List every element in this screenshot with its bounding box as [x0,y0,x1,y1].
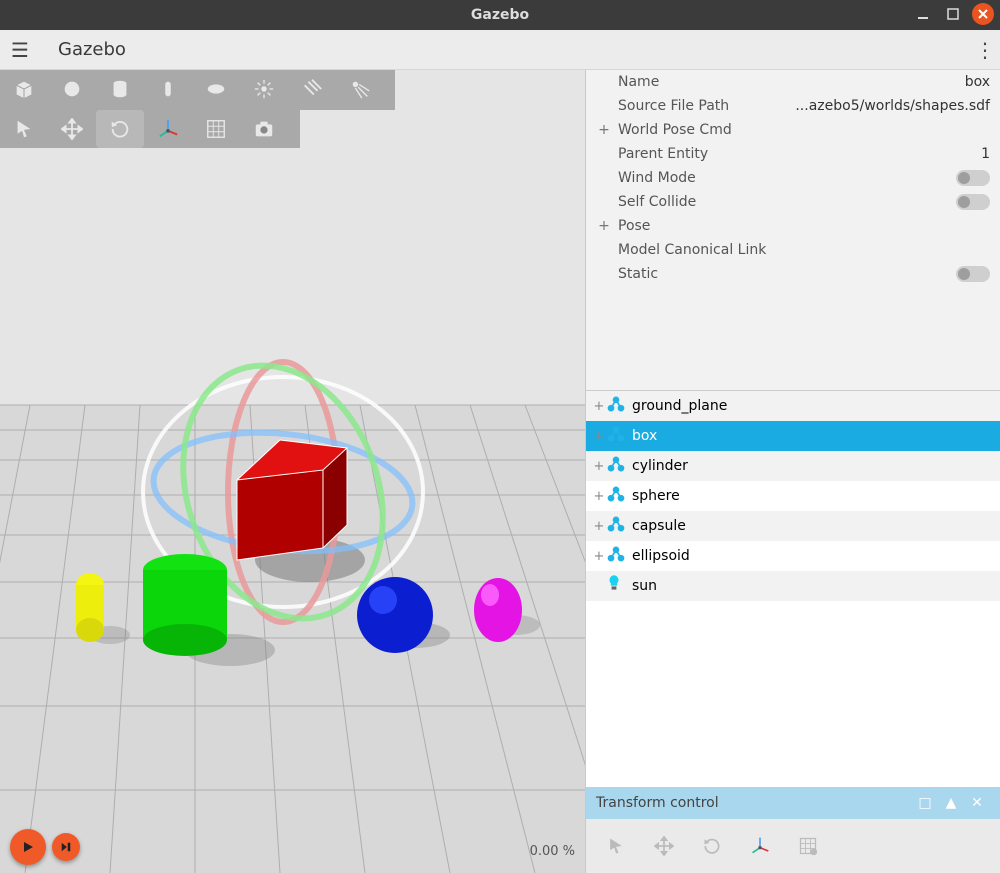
transform-control-title: Transform control [596,795,912,811]
model-icon [606,425,628,447]
prop-parent-entity: Parent Entity 1 [586,142,1000,166]
expand-icon[interactable]: + [592,399,606,414]
transform-dock-icon[interactable]: □ [912,795,938,811]
minimize-button[interactable] [912,3,934,25]
insert-point-light-icon[interactable] [240,70,288,108]
prop-world-pose-cmd[interactable]: + World Pose Cmd [586,118,1000,142]
expand-icon[interactable]: + [592,519,606,534]
prop-source: Source File Path ...azebo5/worlds/shapes… [586,94,1000,118]
prop-wind-mode: Wind Mode [586,166,1000,190]
window-title: Gazebo [0,7,1000,23]
tree-label: sun [632,578,657,594]
tree-row-sphere[interactable]: + sphere [586,481,1000,511]
rotate-tool-icon[interactable] [96,110,144,148]
prop-name-label: Name [618,74,659,90]
tree-label: box [632,428,657,444]
insert-box-icon[interactable] [0,70,48,108]
light-icon [606,573,628,599]
insert-sphere-icon[interactable] [48,70,96,108]
play-button[interactable] [10,829,46,865]
tc-select-icon[interactable] [592,824,640,868]
insert-spot-light-icon[interactable] [336,70,384,108]
insert-cylinder-icon[interactable] [96,70,144,108]
right-sidebar: Name box Source File Path ...azebo5/worl… [585,70,1000,873]
insert-ellipsoid-icon[interactable] [192,70,240,108]
grid-config-icon[interactable] [192,110,240,148]
insert-directional-light-icon[interactable] [288,70,336,108]
tree-row-ground-plane[interactable]: + ground_plane [586,391,1000,421]
tc-frame-icon[interactable] [736,824,784,868]
transform-control-header: Transform control □ ▲ ✕ [586,787,1000,819]
transform-control-panel: Transform control □ ▲ ✕ [586,787,1000,873]
manipulate-toolbar [0,110,300,148]
app-header: ☰ Gazebo ⋮ [0,30,1000,70]
prop-name-value: box [659,74,990,90]
model-icon [606,455,628,477]
model-icon [606,485,628,507]
expand-icon[interactable]: + [592,549,606,564]
screenshot-icon[interactable] [240,110,288,148]
tree-row-sun[interactable]: sun [586,571,1000,601]
scene-canvas[interactable] [0,70,585,873]
expand-icon[interactable]: + [592,489,606,504]
model-icon [606,545,628,567]
insert-capsule-icon[interactable] [144,70,192,108]
transform-close-icon[interactable]: ✕ [964,795,990,811]
shape-toolbar [0,70,395,110]
static-toggle[interactable] [956,266,990,282]
tc-snap-icon[interactable] [784,824,832,868]
prop-model-canonical-link: Model Canonical Link [586,238,1000,262]
kebab-menu-icon[interactable]: ⋮ [970,38,1000,62]
tree-label: ellipsoid [632,548,690,564]
tc-rotate-icon[interactable] [688,824,736,868]
entity-tree: + ground_plane + box + cylinder + sphere… [586,390,1000,770]
step-button[interactable] [52,833,80,861]
tc-translate-icon[interactable] [640,824,688,868]
transform-collapse-icon[interactable]: ▲ [938,795,964,811]
select-tool-icon[interactable] [0,110,48,148]
prop-self-collide: Self Collide [586,190,1000,214]
transform-tools [586,819,1000,873]
prop-source-label: Source File Path [618,98,729,114]
close-button[interactable] [972,3,994,25]
expand-icon[interactable]: + [592,429,606,444]
tree-row-cylinder[interactable]: + cylinder [586,451,1000,481]
wind-mode-toggle[interactable] [956,170,990,186]
tree-label: cylinder [632,458,688,474]
tree-label: sphere [632,488,680,504]
frame-tool-icon[interactable] [144,110,192,148]
hamburger-menu-icon[interactable]: ☰ [0,38,40,62]
self-collide-toggle[interactable] [956,194,990,210]
viewport-3d[interactable]: 0.00 % [0,70,585,873]
prop-static: Static [586,262,1000,286]
expand-icon[interactable]: + [596,218,612,234]
prop-pose[interactable]: + Pose [586,214,1000,238]
rtf-percent: 0.00 % [530,844,575,859]
tree-row-ellipsoid[interactable]: + ellipsoid [586,541,1000,571]
play-controls [10,829,80,865]
translate-tool-icon[interactable] [48,110,96,148]
expand-icon[interactable]: + [596,122,612,138]
expand-icon[interactable]: + [592,459,606,474]
app-title: Gazebo [58,39,126,60]
tree-row-box[interactable]: + box [586,421,1000,451]
prop-name: Name box [586,70,1000,94]
tree-row-capsule[interactable]: + capsule [586,511,1000,541]
prop-source-value: ...azebo5/worlds/shapes.sdf [729,98,990,114]
model-icon [606,395,628,417]
tree-label: ground_plane [632,398,727,414]
maximize-button[interactable] [942,3,964,25]
tree-label: capsule [632,518,686,534]
component-inspector: Name box Source File Path ...azebo5/worl… [586,70,1000,390]
model-icon [606,515,628,537]
window-titlebar: Gazebo [0,0,1000,30]
